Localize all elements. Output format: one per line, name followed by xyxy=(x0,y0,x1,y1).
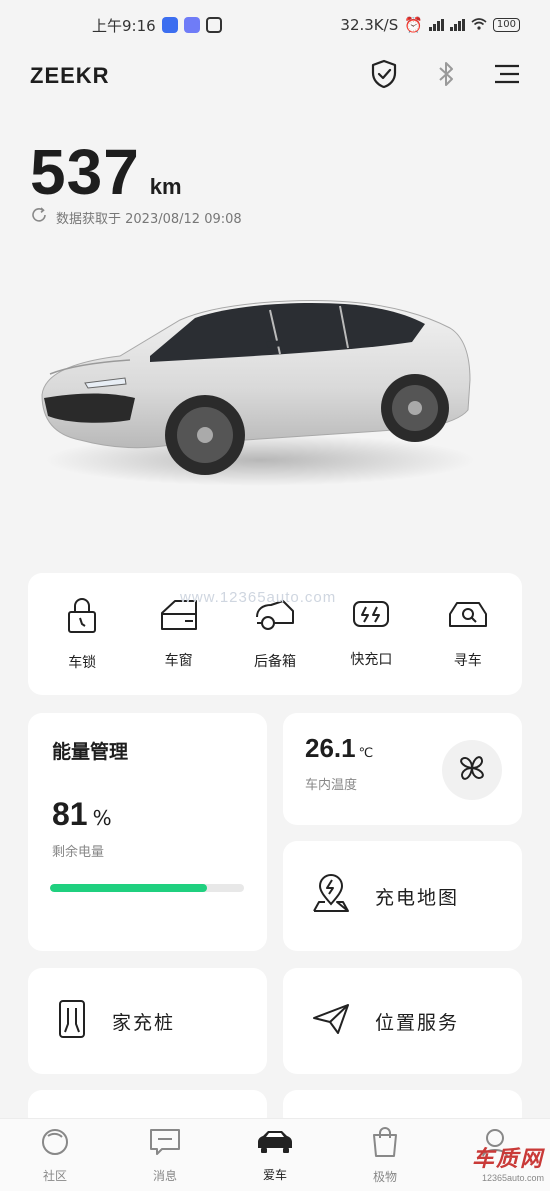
car-icon xyxy=(256,1128,294,1160)
corner-watermark-name: 车质网 xyxy=(471,1147,544,1172)
quick-action-window[interactable]: 车窗 xyxy=(134,598,224,670)
signal-icon xyxy=(449,19,465,31)
quick-action-label: 车窗 xyxy=(164,653,193,669)
quick-action-label: 后备箱 xyxy=(253,654,296,670)
refresh-icon[interactable] xyxy=(30,206,48,228)
wifi-icon xyxy=(471,16,487,34)
shield-check-icon[interactable] xyxy=(370,59,398,93)
quick-action-lock[interactable]: 车锁 xyxy=(37,596,127,672)
bottom-tab-bar: 社区 消息 爱车 极物 我的 车质网 12365auto.com xyxy=(0,1118,550,1191)
battery-percentage: 81 % xyxy=(52,796,243,833)
tab-community[interactable]: 社区 xyxy=(15,1127,95,1184)
quick-action-fast-charge-port[interactable]: 快充口 xyxy=(326,599,416,669)
watermark: www.12365auto.com xyxy=(180,589,337,606)
data-updated[interactable]: 数据获取于 2023/08/12 09:08 xyxy=(30,206,242,228)
quick-action-find-car[interactable]: 寻车 xyxy=(423,598,513,670)
quick-action-label: 快充口 xyxy=(350,652,393,668)
fast-charge-port-icon xyxy=(351,599,391,635)
tab-messages[interactable]: 消息 xyxy=(125,1127,205,1184)
tab-label: 极物 xyxy=(372,1169,397,1184)
energy-title: 能量管理 xyxy=(52,741,129,763)
app-bar: ZEEKR xyxy=(0,52,550,100)
shopping-bag-icon xyxy=(370,1126,400,1162)
find-car-icon xyxy=(446,598,490,636)
home-charger-label: 家充桩 xyxy=(112,1011,176,1034)
tab-label: 社区 xyxy=(42,1168,67,1183)
fan-button[interactable] xyxy=(442,740,502,800)
corner-watermark-url: 12365auto.com xyxy=(481,1173,544,1183)
community-icon xyxy=(39,1127,71,1161)
app-notification-icon xyxy=(205,17,222,33)
battery-level-fill xyxy=(50,884,208,892)
cabin-temperature-card[interactable]: 26.1 ℃ 车内温度 xyxy=(283,713,522,825)
lock-icon xyxy=(65,596,99,638)
range-value: 537 xyxy=(30,136,140,208)
battery-percent-value: 81 xyxy=(52,796,88,832)
temperature-value: 26.1 xyxy=(305,733,356,763)
range-display: 537 km xyxy=(30,135,182,209)
app-notification-icon xyxy=(161,17,178,33)
charge-map-icon xyxy=(311,874,351,918)
tab-shop[interactable]: 极物 xyxy=(345,1126,425,1185)
range-unit: km xyxy=(149,174,182,199)
send-location-icon xyxy=(311,1002,351,1040)
message-icon xyxy=(148,1127,182,1161)
corner-watermark: 车质网 12365auto.com xyxy=(472,1141,544,1183)
car-image[interactable] xyxy=(30,280,480,500)
location-service-label: 位置服务 xyxy=(375,1011,460,1034)
tab-label: 消息 xyxy=(152,1168,177,1183)
location-service-tile[interactable]: 位置服务 xyxy=(283,968,522,1074)
tab-label: 爱车 xyxy=(262,1167,287,1182)
data-updated-text: 数据获取于 2023/08/12 09:08 xyxy=(56,211,242,227)
fan-icon xyxy=(455,751,489,789)
charge-map-label: 充电地图 xyxy=(375,886,460,909)
home-charger-tile[interactable]: 家充桩 xyxy=(28,968,267,1074)
network-speed: 32.3K/S xyxy=(340,16,399,34)
home-charger-icon xyxy=(56,998,88,1044)
tab-my-car[interactable]: 爱车 xyxy=(235,1128,315,1183)
brand-logo: ZEEKR xyxy=(30,63,110,88)
status-time: 上午9:16 xyxy=(92,16,156,35)
quick-action-label: 车锁 xyxy=(68,655,97,671)
quick-action-label: 寻车 xyxy=(453,653,482,669)
signal-icon xyxy=(428,19,444,31)
charge-map-tile[interactable]: 充电地图 xyxy=(283,841,522,951)
app-notification-icon xyxy=(183,17,200,33)
temperature-unit: ℃ xyxy=(358,746,374,761)
quick-action-trunk[interactable]: 后备箱 xyxy=(230,597,320,671)
bluetooth-icon[interactable] xyxy=(436,60,456,92)
battery-subtitle: 剩余电量 xyxy=(52,845,105,860)
battery-percent-unit: % xyxy=(92,806,112,830)
battery-indicator: 100 xyxy=(492,18,520,32)
alarm-icon: ⏰ xyxy=(404,16,423,34)
energy-management-card[interactable]: 能量管理 81 % 剩余电量 xyxy=(28,713,267,951)
status-bar: 上午9:16 32.3K/S ⏰ 100 xyxy=(0,0,550,50)
battery-level-bar xyxy=(50,884,244,892)
menu-icon[interactable] xyxy=(494,63,520,89)
